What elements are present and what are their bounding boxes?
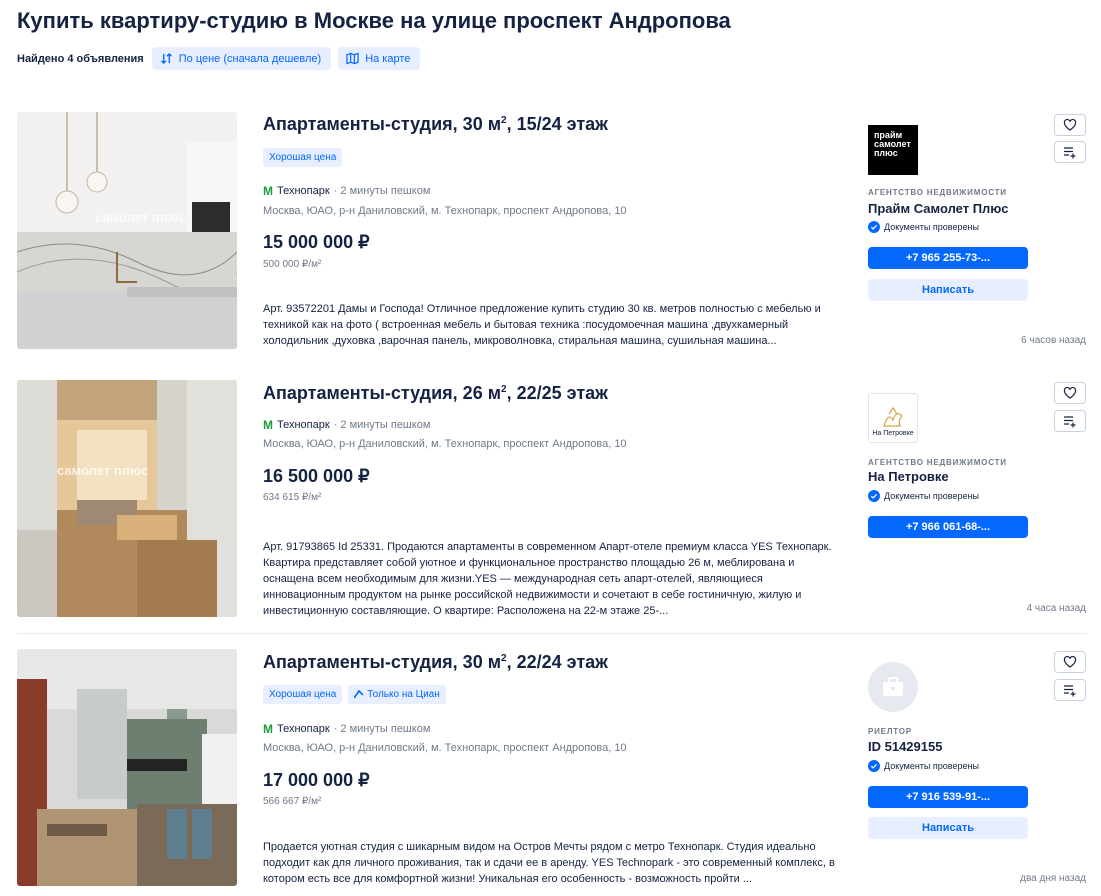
- published-time: 6 часов назад: [1021, 335, 1086, 346]
- listing-title[interactable]: Апартаменты-студия, 30 м2, 22/24 этаж: [263, 652, 608, 673]
- listing-card[interactable]: Апартаменты-студия, 30 м2, 22/24 этаж Хо…: [0, 649, 1101, 896]
- good-price-badge: Хорошая цена: [263, 685, 343, 704]
- results-count: Найдено 4 объявления: [17, 52, 144, 65]
- agent-type: РИЕЛТОР: [868, 727, 912, 736]
- metro-icon: M: [263, 722, 273, 736]
- favorite-button[interactable]: [1054, 651, 1086, 673]
- cian-logo-icon: [354, 690, 364, 699]
- map-label: На карте: [365, 52, 411, 65]
- results-toolbar: Найдено 4 объявления По цене (сначала де…: [17, 47, 421, 70]
- listing-address: Москва, ЮАО, р-н Даниловский, м. Технопа…: [263, 742, 627, 754]
- show-phone-button[interactable]: +7 916 539-91-...: [868, 786, 1028, 808]
- metro-icon: M: [263, 418, 273, 432]
- heart-icon: [1063, 386, 1077, 399]
- sort-label: По цене (сначала дешевле): [178, 52, 322, 65]
- list-add-icon: [1064, 685, 1076, 697]
- listing-photo[interactable]: самолет плюс: [17, 380, 237, 617]
- agent-name[interactable]: Прайм Самолет Плюс: [868, 201, 1008, 216]
- listing-price: 15 000 000 ₽: [263, 232, 370, 252]
- listing-price: 17 000 000 ₽: [263, 770, 370, 790]
- listing-title[interactable]: Апартаменты-студия, 30 м2, 15/24 этаж: [263, 114, 608, 135]
- petrovka-logo-icon: [883, 406, 903, 427]
- list-add-icon: [1064, 416, 1076, 428]
- published-time: два дня назад: [1020, 873, 1086, 884]
- sort-icon: [160, 52, 172, 65]
- listing-tags: Хорошая цена: [263, 148, 343, 167]
- price-per-meter: 634 615 ₽/м²: [263, 492, 322, 503]
- page-title: Купить квартиру-студию в Москве на улице…: [17, 8, 731, 33]
- realtor-avatar[interactable]: [868, 662, 918, 712]
- card-divider: [17, 633, 1087, 634]
- list-add-icon: [1064, 147, 1076, 159]
- agent-name[interactable]: На Петровке: [868, 469, 949, 484]
- listing-description: Арт. 93572201 Дамы и Господа! Отличное п…: [263, 303, 821, 347]
- verified-badge: Документы проверены: [868, 221, 979, 233]
- favorite-button[interactable]: [1054, 382, 1086, 404]
- listing-title[interactable]: Апартаменты-студия, 26 м2, 22/25 этаж: [263, 383, 608, 404]
- listing-address: Москва, ЮАО, р-н Даниловский, м. Технопа…: [263, 438, 627, 450]
- listing-photo[interactable]: самолет плюс: [17, 112, 237, 349]
- map-icon: [346, 52, 359, 65]
- listing-card[interactable]: самолет плюс Апартаменты-студия, 26 м2, …: [0, 380, 1101, 634]
- agent-name[interactable]: ID 51429155: [868, 739, 942, 754]
- listing-price: 16 500 000 ₽: [263, 466, 370, 486]
- good-price-badge: Хорошая цена: [263, 148, 343, 167]
- listing-description: Продается уютная студия с шикарным видом…: [263, 841, 835, 885]
- photo-watermark: самолет плюс: [95, 210, 187, 225]
- listing-card[interactable]: самолет плюс Апартаменты-студия, 30 м2, …: [0, 112, 1101, 368]
- agency-logo[interactable]: На Петровке: [868, 393, 918, 443]
- photo-watermark: самолет плюс: [57, 463, 149, 478]
- published-time: 4 часа назад: [1026, 603, 1086, 614]
- listing-tags: Хорошая цена Только на Циан: [263, 685, 446, 704]
- verified-badge: Документы проверены: [868, 490, 979, 502]
- map-button[interactable]: На карте: [338, 47, 421, 70]
- metro-station: M Технопарк · 2 минуты пешком: [263, 722, 431, 736]
- listing-address: Москва, ЮАО, р-н Даниловский, м. Технопа…: [263, 205, 627, 217]
- verified-icon: [868, 221, 880, 233]
- briefcase-icon: [883, 677, 903, 696]
- agency-logo[interactable]: прайм самолет плюс: [868, 125, 918, 175]
- metro-station: M Технопарк · 2 минуты пешком: [263, 418, 431, 432]
- heart-icon: [1063, 655, 1077, 668]
- add-to-compare-button[interactable]: [1054, 679, 1086, 701]
- verified-icon: [868, 490, 880, 502]
- show-phone-button[interactable]: +7 966 061-68-...: [868, 516, 1028, 538]
- verified-icon: [868, 760, 880, 772]
- agent-type: АГЕНТСТВО НЕДВИЖИМОСТИ: [868, 458, 1007, 467]
- add-to-compare-button[interactable]: [1054, 141, 1086, 163]
- price-per-meter: 566 667 ₽/м²: [263, 796, 322, 807]
- metro-icon: M: [263, 184, 273, 198]
- price-per-meter: 500 000 ₽/м²: [263, 259, 322, 270]
- add-to-compare-button[interactable]: [1054, 410, 1086, 432]
- write-button[interactable]: Написать: [868, 817, 1028, 839]
- show-phone-button[interactable]: +7 965 255-73-...: [868, 247, 1028, 269]
- sort-button[interactable]: По цене (сначала дешевле): [151, 47, 332, 70]
- listing-description: Арт. 91793865 Id 25331. Продаются апарта…: [263, 541, 832, 617]
- metro-station: M Технопарк · 2 минуты пешком: [263, 184, 431, 198]
- favorite-button[interactable]: [1054, 114, 1086, 136]
- verified-badge: Документы проверены: [868, 760, 979, 772]
- only-on-cian-badge: Только на Циан: [348, 685, 446, 704]
- write-button[interactable]: Написать: [868, 279, 1028, 301]
- heart-icon: [1063, 118, 1077, 131]
- agent-type: АГЕНТСТВО НЕДВИЖИМОСТИ: [868, 188, 1007, 197]
- listing-photo[interactable]: [17, 649, 237, 886]
